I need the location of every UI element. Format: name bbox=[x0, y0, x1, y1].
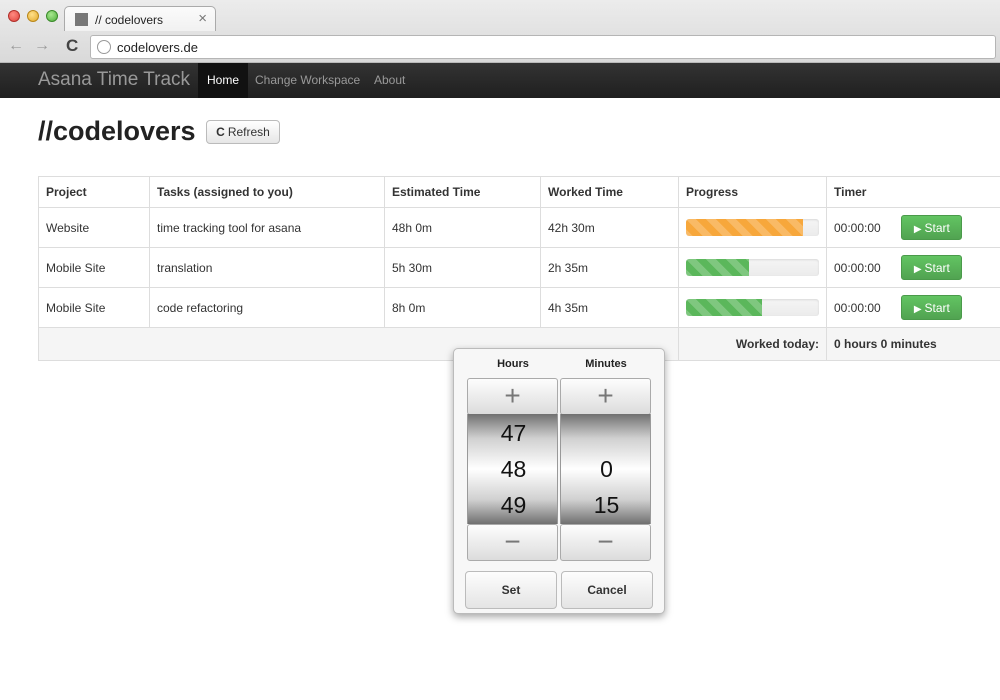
nav-home[interactable]: Home bbox=[198, 63, 249, 98]
tab-close-icon[interactable]: × bbox=[198, 10, 207, 27]
refresh-button[interactable]: C Refresh bbox=[206, 120, 280, 144]
timer-value: 00:00:00 bbox=[834, 301, 881, 315]
cell-estimated: 48h 0m bbox=[384, 207, 541, 248]
minutes-column-label: Minutes bbox=[585, 358, 627, 370]
plus-icon: + bbox=[504, 380, 521, 411]
play-icon: ▶ bbox=[913, 304, 922, 315]
header-estimated-time: Estimated Time bbox=[384, 176, 541, 208]
progress-fill bbox=[686, 219, 804, 236]
zoom-window-button[interactable] bbox=[46, 10, 58, 22]
header-tasks: Tasks (assigned to you) bbox=[149, 176, 385, 208]
timer-value: 00:00:00 bbox=[834, 221, 881, 235]
cell-task: translation bbox=[149, 247, 385, 288]
page-icon bbox=[75, 13, 88, 26]
minutes-value-next: 15 bbox=[593, 492, 620, 518]
nav-change-workspace[interactable]: Change Workspace bbox=[246, 63, 369, 98]
cancel-button[interactable]: Cancel bbox=[561, 571, 653, 609]
cell-estimated: 5h 30m bbox=[384, 247, 541, 288]
cell-progress bbox=[678, 247, 827, 288]
start-button[interactable]: ▶ Start bbox=[901, 215, 963, 240]
start-button[interactable]: ▶ Start bbox=[901, 295, 963, 320]
hours-column-label: Hours bbox=[497, 358, 529, 370]
cell-project: Mobile Site bbox=[38, 247, 150, 288]
cell-timer: 00:00:00 ▶ Start bbox=[826, 247, 1000, 288]
table-header-row: Project Tasks (assigned to you) Estimate… bbox=[38, 176, 1000, 208]
progress-bar bbox=[686, 259, 819, 276]
browser-chrome: // codelovers × ← → C codelovers.de bbox=[0, 0, 1000, 63]
hours-increment-button[interactable]: + bbox=[467, 378, 558, 415]
header-worked-time: Worked Time bbox=[540, 176, 679, 208]
minutes-decrement-button[interactable]: − bbox=[560, 524, 651, 561]
header-timer: Timer bbox=[826, 176, 1000, 208]
worked-today-label: Worked today: bbox=[678, 327, 827, 361]
cell-project: Website bbox=[38, 207, 150, 248]
cell-worked: 42h 30m bbox=[540, 207, 679, 248]
brand-title[interactable]: Asana Time Track bbox=[38, 69, 190, 91]
play-icon: ▶ bbox=[913, 224, 922, 235]
minutes-value-selected: 0 bbox=[600, 456, 613, 482]
play-icon: ▶ bbox=[913, 264, 922, 275]
hours-value-prev: 47 bbox=[500, 420, 527, 446]
start-label: Start bbox=[924, 221, 950, 235]
table-row: Mobile Site code refactoring 8h 0m 4h 35… bbox=[38, 287, 1000, 328]
header-progress: Progress bbox=[678, 176, 827, 208]
progress-bar bbox=[686, 299, 819, 316]
cell-timer: 00:00:00 ▶ Start bbox=[826, 287, 1000, 328]
minus-icon: − bbox=[504, 526, 521, 557]
minutes-wheel[interactable]: 0 15 bbox=[560, 414, 651, 524]
tasks-table: Project Tasks (assigned to you) Estimate… bbox=[38, 176, 1000, 361]
cell-task: code refactoring bbox=[149, 287, 385, 328]
table-row: Website time tracking tool for asana 48h… bbox=[38, 207, 1000, 248]
start-label: Start bbox=[924, 301, 950, 315]
browser-tab[interactable]: // codelovers × bbox=[64, 6, 216, 31]
progress-fill bbox=[686, 259, 749, 276]
progress-bar bbox=[686, 219, 819, 236]
address-bar[interactable]: codelovers.de bbox=[90, 35, 996, 59]
cell-progress bbox=[678, 207, 827, 248]
start-button[interactable]: ▶ Start bbox=[901, 255, 963, 280]
minutes-increment-button[interactable]: + bbox=[560, 378, 651, 415]
hours-value-selected: 48 bbox=[500, 456, 527, 482]
cell-task: time tracking tool for asana bbox=[149, 207, 385, 248]
worked-today-value: 0 hours 0 minutes bbox=[826, 327, 1000, 361]
url-text: codelovers.de bbox=[117, 40, 198, 55]
cell-estimated: 8h 0m bbox=[384, 287, 541, 328]
back-arrow-icon[interactable]: ← bbox=[8, 37, 24, 55]
page-title: //codelovers bbox=[38, 116, 196, 146]
plus-icon: + bbox=[597, 380, 614, 411]
refresh-icon: C bbox=[216, 125, 225, 139]
minus-icon: − bbox=[597, 526, 614, 557]
hours-wheel[interactable]: 47 48 49 bbox=[467, 414, 558, 524]
reload-icon[interactable]: C bbox=[66, 36, 78, 56]
start-label: Start bbox=[924, 261, 950, 275]
close-window-button[interactable] bbox=[8, 10, 20, 22]
header-project: Project bbox=[38, 176, 150, 208]
app-navbar: Asana Time Track Home Change Workspace A… bbox=[0, 63, 1000, 98]
tab-title: // codelovers bbox=[95, 13, 164, 27]
cell-timer: 00:00:00 ▶ Start bbox=[826, 207, 1000, 248]
refresh-label: Refresh bbox=[227, 125, 270, 139]
set-button[interactable]: Set bbox=[465, 571, 557, 609]
cell-worked: 4h 35m bbox=[540, 287, 679, 328]
cell-worked: 2h 35m bbox=[540, 247, 679, 288]
cell-project: Mobile Site bbox=[38, 287, 150, 328]
timer-value: 00:00:00 bbox=[834, 261, 881, 275]
minimize-window-button[interactable] bbox=[27, 10, 39, 22]
forward-arrow-icon[interactable]: → bbox=[34, 37, 50, 55]
cell-progress bbox=[678, 287, 827, 328]
progress-fill bbox=[686, 299, 762, 316]
table-row: Mobile Site translation 5h 30m 2h 35m 00… bbox=[38, 247, 1000, 288]
hours-decrement-button[interactable]: − bbox=[467, 524, 558, 561]
nav-about[interactable]: About bbox=[365, 63, 414, 98]
hours-value-next: 49 bbox=[500, 492, 527, 518]
globe-icon bbox=[97, 40, 111, 54]
